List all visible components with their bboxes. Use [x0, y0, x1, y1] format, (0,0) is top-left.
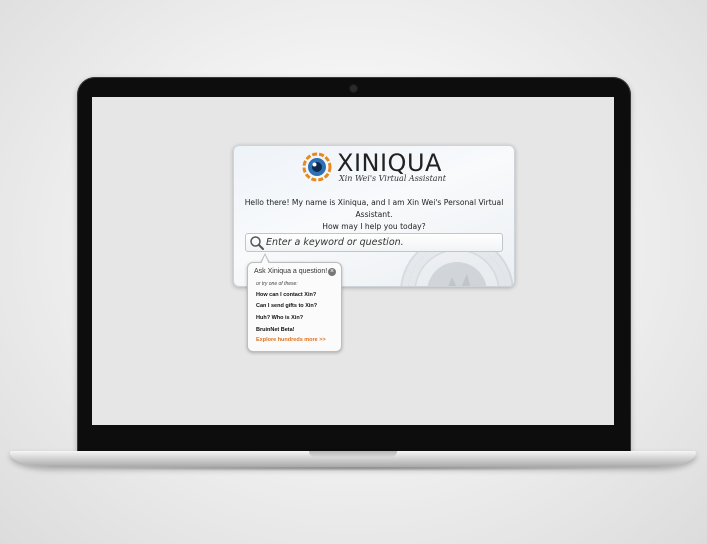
laptop-screen: XINIQUA Xin Wei's Virtual Assistant Hell…	[92, 97, 614, 425]
popup-title: Ask Xiniqua a question!	[254, 268, 328, 275]
suggestion-bruinnet[interactable]: BruinNet Beta!	[256, 327, 295, 333]
popup-subtitle: or try one of these:	[256, 281, 298, 287]
close-icon[interactable]: ×	[328, 268, 336, 276]
greeting-line-2: How may I help you today?	[322, 222, 426, 231]
suggestion-who[interactable]: Huh? Who is Xin?	[256, 315, 303, 321]
xiniqua-logo: XINIQUA Xin Wei's Virtual Assistant	[301, 149, 451, 184]
webcam	[350, 85, 357, 92]
popup-pointer-inner	[261, 255, 269, 264]
explore-more-link[interactable]: Explore hundreds more >>	[256, 337, 326, 343]
logo-name: XINIQUA	[337, 149, 442, 177]
greeting-line-1: Hello there! My name is Xiniqua, and I a…	[244, 198, 504, 219]
suggestion-popup: Ask Xiniqua a question! × or try one of …	[247, 262, 342, 352]
laptop-lid-notch	[309, 451, 397, 457]
suggestion-contact[interactable]: How can I contact Xin?	[256, 292, 316, 298]
search-input[interactable]	[266, 234, 496, 251]
eye-logo-icon	[302, 152, 332, 182]
suggestion-gifts[interactable]: Can I send gifts to Xin?	[256, 303, 317, 309]
magnifier-search-icon	[250, 236, 264, 250]
logo-tagline: Xin Wei's Virtual Assistant	[339, 174, 446, 183]
greeting-text: Hello there! My name is Xiniqua, and I a…	[240, 197, 508, 233]
search-box[interactable]	[245, 233, 503, 252]
